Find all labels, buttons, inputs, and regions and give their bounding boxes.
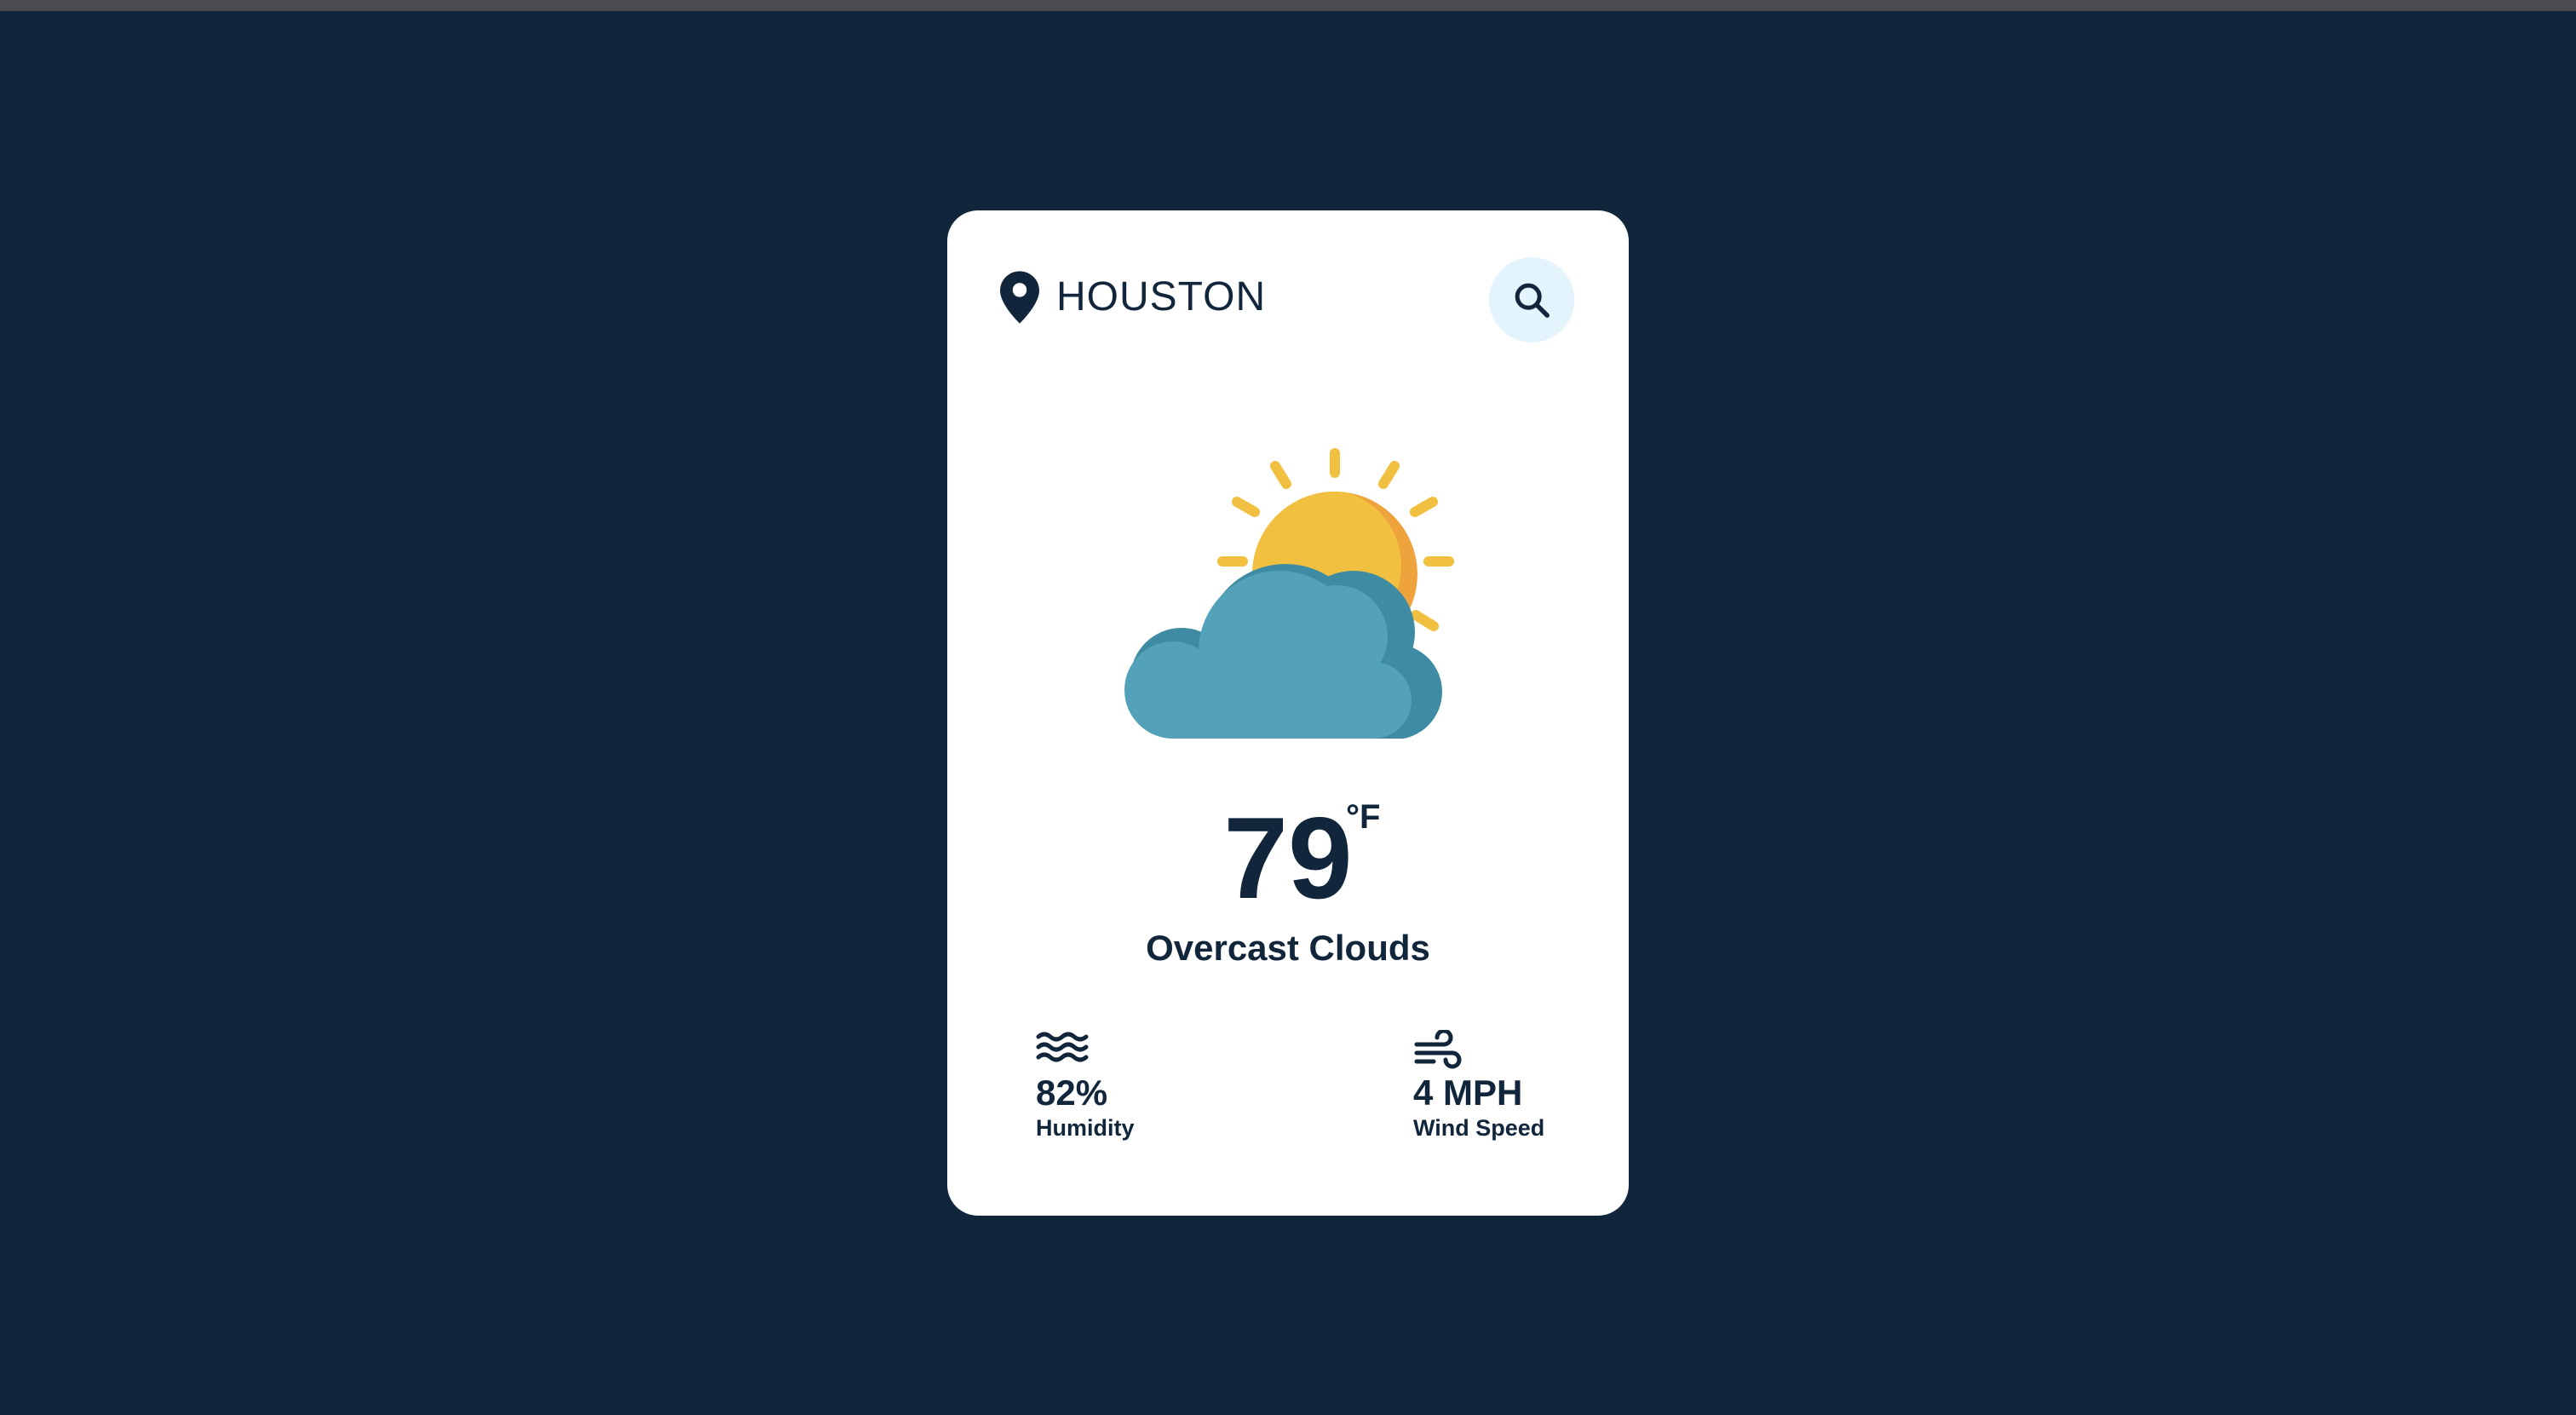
wind-label: Wind Speed: [1413, 1115, 1545, 1141]
wind-stat: 4 MPH Wind Speed: [1413, 1030, 1544, 1142]
temperature-unit: °F: [1346, 798, 1381, 836]
location-header: HOUSTON: [1000, 270, 1266, 325]
search-icon: [1515, 283, 1550, 318]
temperature-value: 79: [1223, 793, 1353, 923]
weather-card: HOUSTON 79 °F Overcast Clouds 82% Humidi…: [947, 210, 1629, 1216]
humidity-stat: 82% Humidity: [1036, 1030, 1135, 1142]
wind-icon: [1414, 1030, 1462, 1069]
window-top-bar: [0, 0, 2576, 11]
humidity-label: Humidity: [1036, 1115, 1135, 1141]
waves-icon: [1036, 1032, 1089, 1062]
temperature-block: 79 °F Overcast Clouds: [947, 798, 1629, 1011]
sun-behind-cloud-icon: [1124, 448, 1454, 739]
weather-condition: Overcast Clouds: [1146, 928, 1430, 968]
search-button[interactable]: [1489, 257, 1574, 342]
map-pin-icon: [1000, 271, 1039, 324]
city-name: HOUSTON: [1056, 274, 1267, 319]
humidity-value: 82%: [1036, 1073, 1108, 1113]
wind-value: 4 MPH: [1413, 1073, 1523, 1113]
